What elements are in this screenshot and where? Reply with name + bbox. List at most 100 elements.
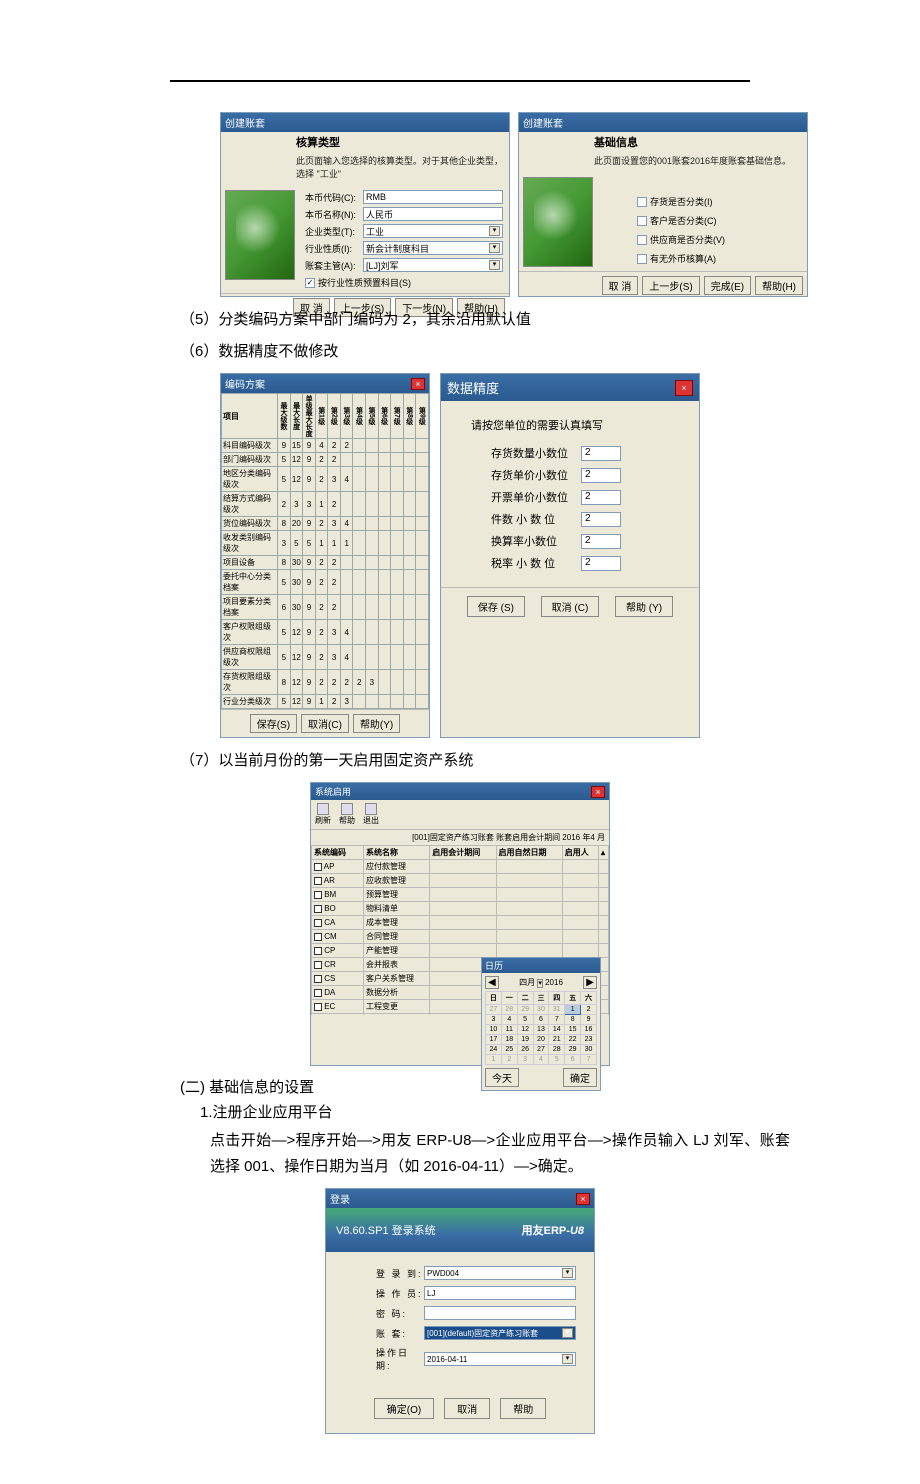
calendar-day[interactable]: 8 xyxy=(565,1015,581,1025)
checkbox-icon[interactable] xyxy=(314,877,322,885)
text-field[interactable]: 新会计制度科目▾ xyxy=(363,241,503,255)
checkbox-row[interactable]: 客户是否分类(C) xyxy=(637,214,807,227)
calendar-day[interactable]: 17 xyxy=(486,1035,502,1045)
checkbox-icon[interactable] xyxy=(637,216,647,226)
checkbox-icon[interactable] xyxy=(314,961,322,969)
checkbox-icon[interactable] xyxy=(637,235,647,245)
calendar-day[interactable]: 19 xyxy=(517,1035,533,1045)
checkbox-icon[interactable] xyxy=(314,863,322,871)
checkbox-icon[interactable] xyxy=(314,933,322,941)
calendar-day[interactable]: 26 xyxy=(517,1045,533,1055)
calendar-day[interactable]: 29 xyxy=(565,1045,581,1055)
text-field[interactable]: 工业▾ xyxy=(363,224,503,238)
number-field[interactable]: 2 xyxy=(581,534,621,549)
table-row[interactable]: CP产能管理 xyxy=(312,944,609,958)
close-icon[interactable]: × xyxy=(675,380,693,396)
checkbox-icon[interactable] xyxy=(314,975,322,983)
calendar-grid[interactable]: 日一二三四五六272829303112345678910111213141516… xyxy=(485,991,597,1065)
calendar-day[interactable]: 27 xyxy=(486,1005,502,1015)
toolbar-button[interactable]: 刷新 xyxy=(315,803,331,826)
titlebar[interactable]: 登录 × xyxy=(326,1189,594,1208)
checkbox-icon[interactable] xyxy=(314,947,322,955)
table-row[interactable]: CA成本管理 xyxy=(312,916,609,930)
close-icon[interactable]: × xyxy=(591,786,605,798)
calendar-day[interactable]: 29 xyxy=(517,1005,533,1015)
checkbox-icon[interactable]: ✓ xyxy=(305,278,315,288)
calendar-day[interactable]: 24 xyxy=(486,1045,502,1055)
dialog-button[interactable]: 取消 (C) xyxy=(541,596,600,617)
dialog-button[interactable]: 帮助(H) xyxy=(755,276,803,295)
text-field[interactable]: LJ xyxy=(424,1286,576,1300)
checkbox-icon[interactable] xyxy=(314,989,322,997)
chevron-down-icon[interactable]: ▾ xyxy=(489,243,500,253)
calendar-day[interactable]: 7 xyxy=(549,1015,565,1025)
checkbox-row[interactable]: 有无外币核算(A) xyxy=(637,252,807,265)
table-row[interactable]: 项目设备830922 xyxy=(222,556,429,570)
checkbox-icon[interactable] xyxy=(314,1003,322,1011)
next-month-button[interactable]: ▶ xyxy=(583,976,597,989)
chevron-down-icon[interactable]: ▾ xyxy=(562,1354,573,1364)
checkbox-icon[interactable] xyxy=(314,891,322,899)
titlebar[interactable]: 创建账套 xyxy=(519,113,807,132)
table-row[interactable]: 部门编码级次512922 xyxy=(222,453,429,467)
dialog-button[interactable]: 上一步(S) xyxy=(642,276,699,295)
calendar-day[interactable]: 16 xyxy=(581,1025,597,1035)
checkbox-row[interactable]: ✓按行业性质预置科目(S) xyxy=(305,276,503,289)
dialog-button[interactable]: 保存 (S) xyxy=(467,596,525,617)
calendar-day[interactable]: 30 xyxy=(533,1005,549,1015)
dialog-button[interactable]: 帮助 (Y) xyxy=(615,596,673,617)
cal-titlebar[interactable]: 日历 xyxy=(482,958,600,973)
calendar-day[interactable]: 28 xyxy=(549,1045,565,1055)
table-row[interactable]: 科目编码级次9159422 xyxy=(222,439,429,453)
calendar-day[interactable]: 23 xyxy=(581,1035,597,1045)
table-row[interactable]: 客户权限组级次5129234 xyxy=(222,620,429,645)
calendar-day[interactable]: 4 xyxy=(501,1015,517,1025)
prev-month-button[interactable]: ◀ xyxy=(485,976,499,989)
toolbar-button[interactable]: 帮助 xyxy=(339,803,355,826)
chevron-down-icon[interactable]: ▾ xyxy=(562,1328,573,1338)
table-row[interactable]: 存货权限组级次812922223 xyxy=(222,670,429,695)
checkbox-icon[interactable] xyxy=(314,905,322,913)
calendar-day[interactable]: 3 xyxy=(486,1015,502,1025)
table-row[interactable]: 委托中心分类档案530922 xyxy=(222,570,429,595)
chevron-down-icon[interactable]: ▾ xyxy=(537,979,543,988)
number-field[interactable]: 2 xyxy=(581,468,621,483)
calendar-day[interactable]: 5 xyxy=(517,1015,533,1025)
dialog-button[interactable]: 帮助(Y) xyxy=(353,714,400,733)
table-row[interactable]: BM预算管理 xyxy=(312,888,609,902)
number-field[interactable]: 2 xyxy=(581,490,621,505)
text-field[interactable]: 2016-04-11▾ xyxy=(424,1352,576,1366)
checkbox-row[interactable]: 存货是否分类(I) xyxy=(637,195,807,208)
chevron-down-icon[interactable]: ▾ xyxy=(489,260,500,270)
calendar-day[interactable]: 12 xyxy=(517,1025,533,1035)
table-row[interactable]: 货位编码级次8209234 xyxy=(222,517,429,531)
calendar-day[interactable]: 5 xyxy=(549,1055,565,1065)
calendar-day[interactable]: 13 xyxy=(533,1025,549,1035)
table-row[interactable]: 地区分类编码级次5129234 xyxy=(222,467,429,492)
calendar-day[interactable]: 27 xyxy=(533,1045,549,1055)
dialog-button[interactable]: 保存(S) xyxy=(250,714,297,733)
table-row[interactable]: CM合同管理 xyxy=(312,930,609,944)
calendar-day[interactable]: 7 xyxy=(581,1055,597,1065)
calendar-day[interactable]: 2 xyxy=(501,1055,517,1065)
dialog-button[interactable]: 取消 xyxy=(444,1398,490,1419)
calendar-day[interactable]: 10 xyxy=(486,1025,502,1035)
text-field[interactable]: [LJ]刘军▾ xyxy=(363,258,503,272)
calendar-day[interactable]: 6 xyxy=(533,1015,549,1025)
calendar-day[interactable]: 1 xyxy=(486,1055,502,1065)
scroll-up-icon[interactable]: ▴ xyxy=(599,846,609,860)
close-icon[interactable]: × xyxy=(411,378,425,390)
text-field[interactable]: PWD004▾ xyxy=(424,1266,576,1280)
calendar-day[interactable]: 9 xyxy=(581,1015,597,1025)
calendar-day[interactable]: 11 xyxy=(501,1025,517,1035)
dialog-button[interactable]: 确定(O) xyxy=(374,1398,434,1419)
toolbar-button[interactable]: 退出 xyxy=(363,803,379,826)
checkbox-row[interactable]: 供应商是否分类(V) xyxy=(637,233,807,246)
table-row[interactable]: BO物料清单 xyxy=(312,902,609,916)
calendar-day[interactable]: 14 xyxy=(549,1025,565,1035)
calendar-day[interactable]: 28 xyxy=(501,1005,517,1015)
calendar-day[interactable]: 2 xyxy=(581,1005,597,1015)
text-field[interactable] xyxy=(424,1306,576,1320)
table-row[interactable]: 行业分类级次5129123 xyxy=(222,695,429,709)
table-row[interactable]: 收发类别编码级次355111 xyxy=(222,531,429,556)
